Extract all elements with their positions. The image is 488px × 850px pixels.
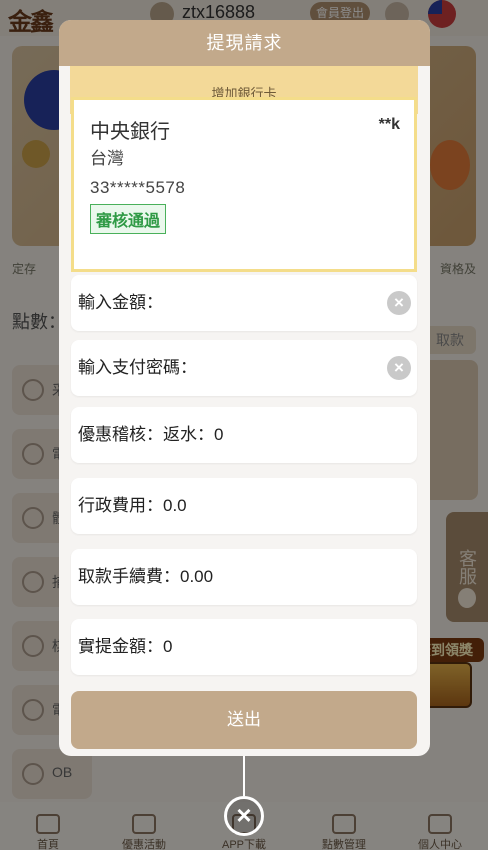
card-holder: **k [378,116,400,133]
withdraw-modal: 提現請求 增加銀行卡 中央銀行 **k 台灣 33*****5578 審核通過 … [59,20,430,756]
actual-amount-label: 實提金額：0 [78,637,173,656]
bank-name: 中央銀行 [90,121,170,143]
actual-amount-row: 實提金額：0 [71,619,417,675]
clear-icon[interactable]: × [387,291,411,315]
close-icon[interactable]: × [224,796,264,836]
clear-icon[interactable]: × [387,356,411,380]
payment-password-label: 輸入支付密碼： [78,358,197,377]
bank-region: 台灣 [90,149,124,168]
amount-field[interactable]: 輸入金額： × [71,275,417,331]
submit-button[interactable]: 送出 [71,691,417,749]
withdraw-fee-label: 取款手續費：0.00 [78,567,214,586]
admin-fee-label: 行政費用：0.0 [78,496,187,515]
bank-card[interactable]: 中央銀行 **k 台灣 33*****5578 審核通過 [71,97,417,272]
withdraw-fee-row: 取款手續費：0.00 [71,549,417,605]
audit-label: 優惠稽核：返水：0 [78,425,224,444]
close-connector [243,756,245,796]
modal-title: 提現請求 [59,20,430,66]
payment-password-field[interactable]: 輸入支付密碼： × [71,340,417,396]
amount-field-label: 輸入金額： [78,293,163,312]
audit-row: 優惠稽核：返水：0 [71,407,417,463]
admin-fee-row: 行政費用：0.0 [71,478,417,534]
status-badge: 審核通過 [90,204,167,234]
account-number: 33*****5578 [90,178,186,197]
